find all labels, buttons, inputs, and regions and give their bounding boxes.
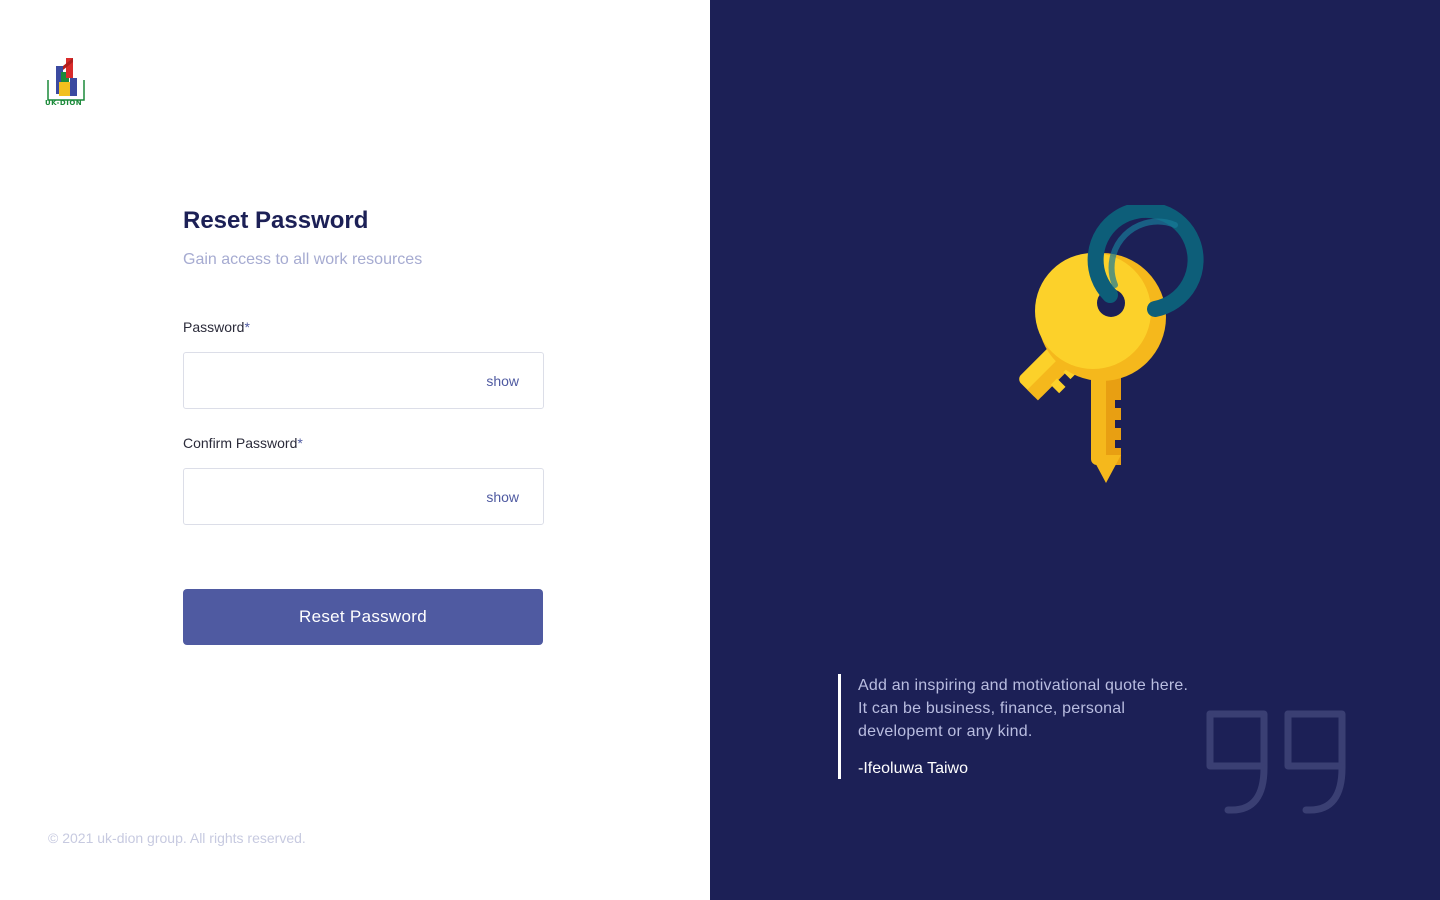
show-confirm-password-toggle[interactable]: show (486, 488, 519, 506)
reset-password-form: Reset Password Gain access to all work r… (183, 206, 544, 645)
keys-icon (965, 201, 1245, 495)
reset-password-button[interactable]: Reset Password (183, 589, 543, 645)
password-label: Password* (183, 318, 250, 336)
confirm-password-input[interactable] (198, 469, 468, 524)
copyright-text: © 2021 uk-dion group. All rights reserve… (48, 830, 306, 846)
quote-author: -Ifeoluwa Taiwo (858, 760, 968, 777)
quote-block: Add an inspiring and motivational quote … (838, 674, 1198, 779)
quote-text: Add an inspiring and motivational quote … (858, 677, 1189, 740)
show-password-toggle[interactable]: show (486, 372, 519, 390)
confirm-password-label-text: Confirm Password (183, 435, 298, 451)
quote-mark-icon (1206, 710, 1348, 816)
password-label-text: Password (183, 319, 245, 335)
login-panel: UK-DION Reset Password Gain access to al… (0, 0, 710, 900)
password-field[interactable]: show (183, 352, 544, 409)
confirm-password-label: Confirm Password* (183, 434, 303, 452)
required-mark: * (244, 319, 250, 335)
illustration-panel: Add an inspiring and motivational quote … (710, 0, 1440, 900)
page-title: Reset Password (183, 207, 369, 234)
password-input[interactable] (198, 353, 468, 408)
logo-wordmark: UK-DION (45, 99, 83, 107)
required-mark: * (297, 435, 303, 451)
page-subtitle: Gain access to all work resources (183, 251, 423, 268)
confirm-password-field[interactable]: show (183, 468, 544, 525)
